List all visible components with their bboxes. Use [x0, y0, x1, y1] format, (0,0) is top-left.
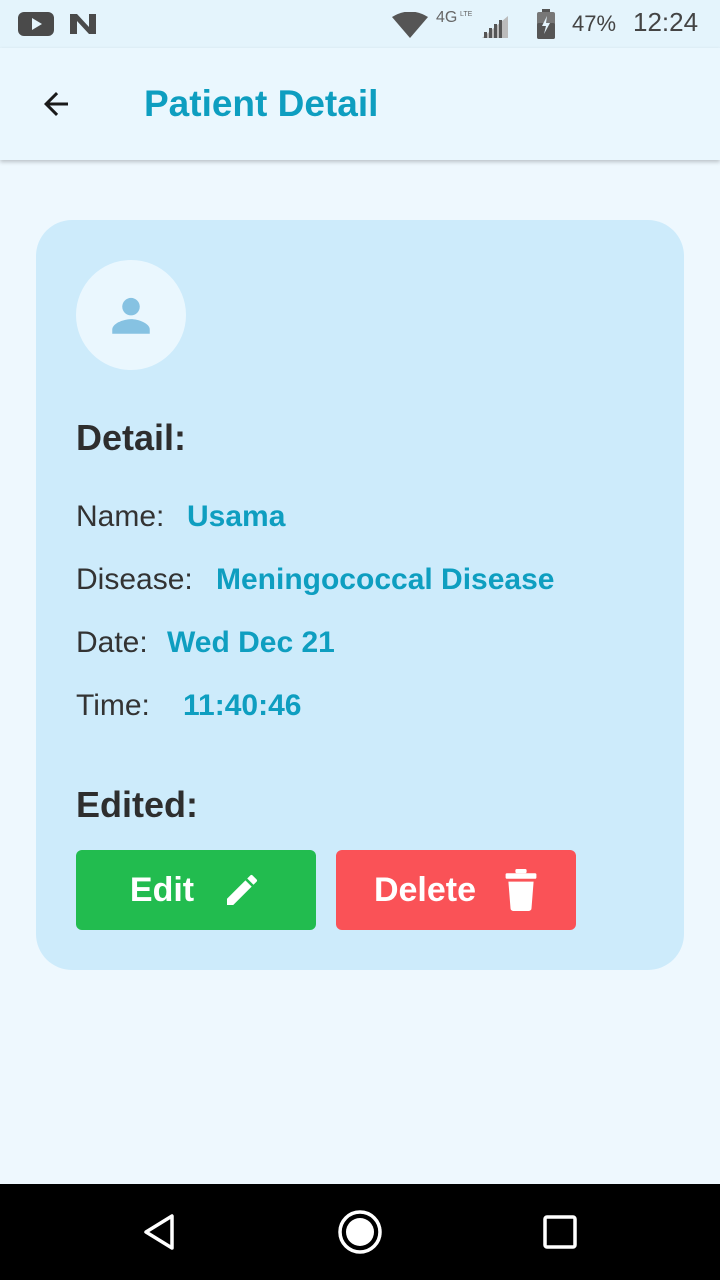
- disease-value: Meningococcal Disease: [216, 563, 555, 596]
- page-title: Patient Detail: [144, 83, 379, 124]
- name-value: Usama: [187, 500, 286, 533]
- cell-signal-icon: [482, 16, 508, 38]
- back-triangle-icon: [144, 1214, 174, 1250]
- system-navigation-bar: [0, 1184, 720, 1280]
- date-value: Wed Dec 21: [167, 626, 335, 659]
- recents-square-icon: [543, 1215, 577, 1249]
- battery-percentage: 47%: [572, 11, 617, 36]
- name-label: Name:: [76, 500, 165, 533]
- disease-row: Disease: Meningococcal Disease: [76, 562, 554, 598]
- status-bar: 4G LTE 47% 12:24: [0, 0, 720, 48]
- clock: 12:24: [633, 7, 699, 37]
- person-icon: [112, 297, 150, 334]
- battery-icon: [537, 9, 555, 39]
- trash-icon: [504, 869, 538, 911]
- nav-back-button[interactable]: [130, 1202, 190, 1262]
- date-row: Date: Wed Dec 21: [76, 625, 335, 661]
- name-row: Name: Usama: [76, 499, 285, 535]
- date-label: Date:: [76, 626, 148, 659]
- arrow-left-icon: [44, 92, 68, 116]
- pencil-icon: [222, 870, 262, 910]
- wifi-icon: [392, 12, 428, 38]
- disease-label: Disease:: [76, 563, 193, 596]
- time-value: 11:40:46: [183, 689, 302, 722]
- detail-heading: Detail:: [76, 417, 187, 458]
- home-circle-icon: [338, 1210, 382, 1254]
- nav-recents-button[interactable]: [530, 1202, 590, 1262]
- svg-text:LTE: LTE: [460, 11, 473, 18]
- time-label: Time:: [76, 689, 150, 722]
- nav-home-button[interactable]: [330, 1202, 390, 1262]
- delete-button-label: Delete: [373, 870, 477, 909]
- delete-button[interactable]: Delete: [336, 850, 576, 930]
- network-4g-lte-icon: 4G LTE: [436, 9, 473, 26]
- back-button[interactable]: [24, 72, 88, 136]
- n-app-icon: [70, 14, 96, 34]
- patient-card: Detail: Name: Usama Disease: Meningococcal…: [36, 220, 684, 970]
- time-row: Time: 11:40:46: [76, 688, 301, 724]
- youtube-icon: [18, 12, 54, 36]
- svg-text:4G: 4G: [436, 9, 457, 26]
- app-bar: Patient Detail: [0, 48, 720, 160]
- edit-button-label: Edit: [129, 870, 195, 909]
- edit-button[interactable]: Edit: [76, 850, 316, 930]
- edited-heading: Edited:: [76, 784, 198, 825]
- avatar: [76, 260, 186, 370]
